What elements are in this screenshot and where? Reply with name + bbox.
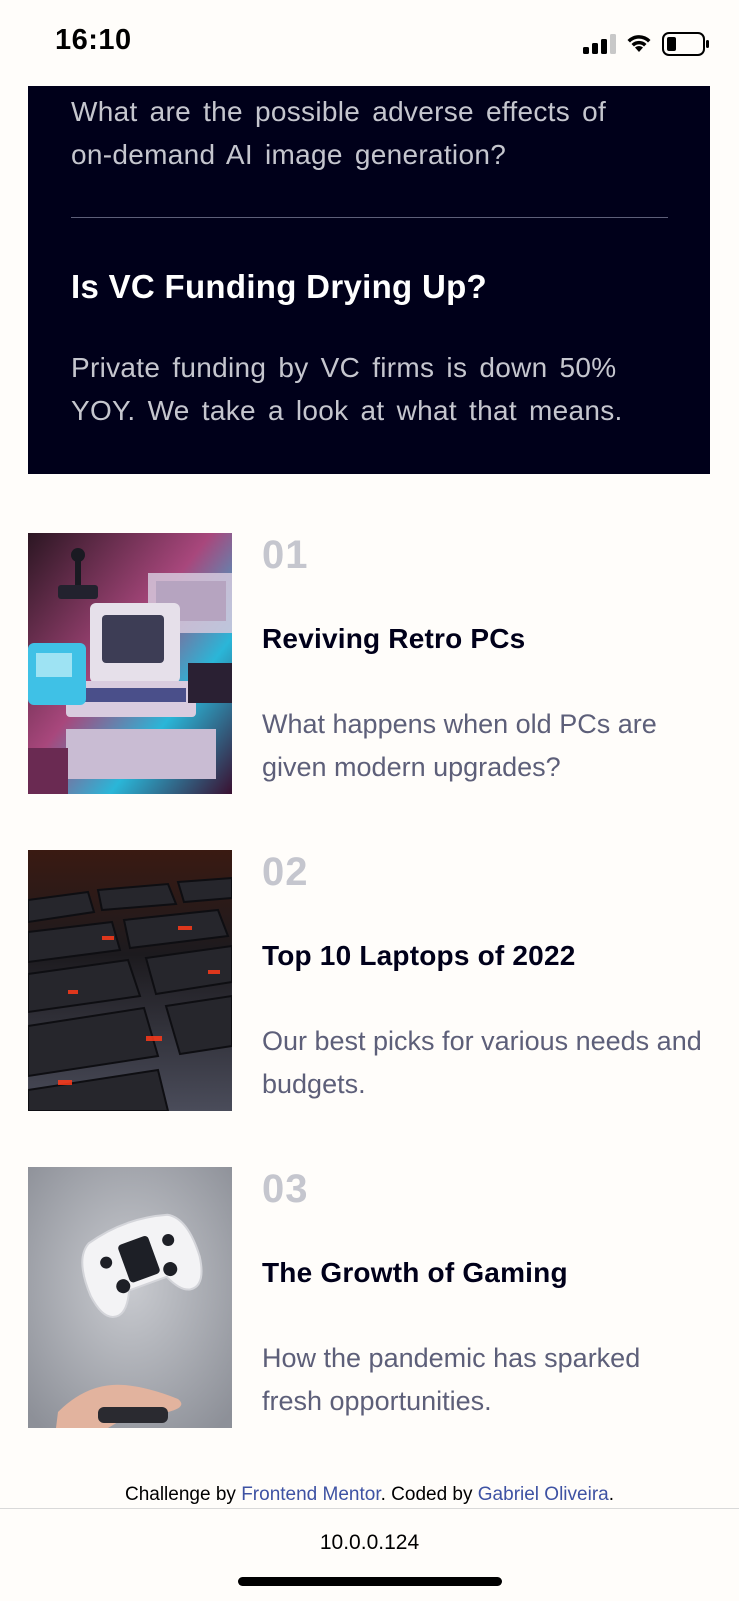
attribution: Challenge by Frontend Mentor. Coded by G… (0, 1484, 739, 1506)
new-item-description: Private funding by VC firms is down 50% … (71, 352, 623, 426)
article-card-top-laptops: 02 Top 10 Laptops of 2022 Our best picks… (28, 850, 710, 1111)
status-bar: 16:10 (0, 0, 739, 86)
article-title[interactable]: Top 10 Laptops of 2022 (262, 940, 576, 972)
article-description: How the pandemic has sparked fresh oppor… (262, 1343, 641, 1416)
article-title[interactable]: Reviving Retro PCs (262, 623, 525, 655)
home-indicator[interactable] (238, 1577, 502, 1586)
article-number: 03 (262, 1167, 309, 1211)
new-articles-panel: What are the possible adverse effects of… (28, 86, 710, 474)
new-item-title[interactable]: Is VC Funding Drying Up? (71, 268, 487, 306)
url-text[interactable]: 10.0.0.124 (0, 1531, 739, 1555)
battery-icon (662, 32, 709, 56)
article-number: 01 (262, 533, 309, 577)
author-link[interactable]: Gabriel Oliveira (478, 1484, 609, 1505)
frontend-mentor-link[interactable]: Frontend Mentor (241, 1484, 380, 1505)
game-controller-image (28, 1167, 232, 1428)
article-title[interactable]: The Growth of Gaming (262, 1257, 568, 1289)
article-card-retro-pcs: 01 Reviving Retro PCs What happens when … (28, 533, 710, 794)
status-time: 16:10 (55, 24, 132, 56)
attribution-prefix: Challenge by (124, 1484, 242, 1505)
retro-pc-image (28, 533, 232, 794)
divider (71, 217, 668, 218)
article-card-growth-of-gaming: 03 The Growth of Gaming How the pandemic… (28, 1167, 710, 1428)
article-description: What happens when old PCs are given mode… (262, 709, 657, 782)
attribution-middle: . Coded by (380, 1484, 478, 1505)
signal-icon (583, 34, 616, 54)
browser-address-bar[interactable]: 10.0.0.124 (0, 1508, 739, 1601)
article-description: Our best picks for various needs and bud… (262, 1026, 702, 1099)
attribution-suffix: . (608, 1484, 614, 1505)
wifi-icon (627, 35, 651, 52)
article-number: 02 (262, 850, 309, 894)
new-item-description: What are the possible adverse effects of… (71, 96, 607, 170)
laptop-keyboard-image (28, 850, 232, 1111)
